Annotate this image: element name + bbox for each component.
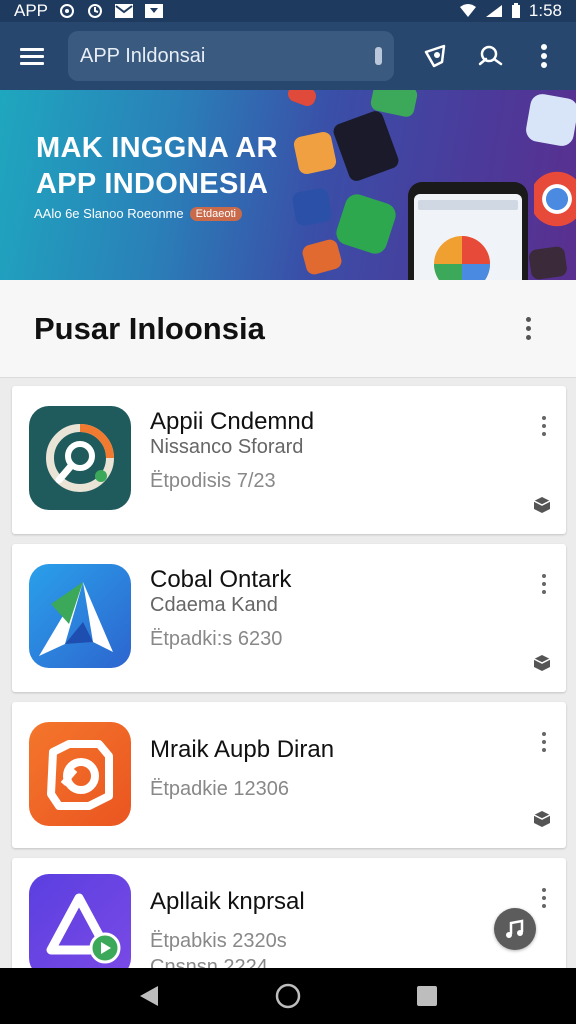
more-dot [542,432,546,436]
more-dot [525,326,531,331]
install-badge-icon[interactable] [532,808,552,828]
banner-subtitle: AAlo 6e Slanoo Roeonme Etdaeoti [34,206,242,221]
back-button[interactable] [125,972,173,1020]
app-more-button[interactable] [530,724,558,760]
search-input[interactable]: APP Inldonsai [68,31,394,81]
search-cursor [375,47,382,65]
app-bar: APP Inldonsai [0,22,576,90]
home-button[interactable] [264,972,312,1020]
app-name: Mraik Aupb Diran [150,736,335,763]
app-meta: Ëtpabkis 2320s [150,930,287,952]
more-button[interactable] [524,36,564,76]
more-icon [541,44,547,68]
more-dot [542,904,546,908]
share-button[interactable] [470,36,510,76]
promo-banner[interactable]: MAK INGGNA AR APP INDONESIA AAlo 6e Slan… [0,90,576,280]
more-dot [542,740,546,744]
more-dot [542,748,546,752]
banner-phone-illustration [408,182,528,280]
app-name: Appii Cndemnd [150,408,315,435]
recents-button[interactable] [403,972,451,1020]
more-dot [542,590,546,594]
more-dot [542,424,546,428]
app-meta: Ëtpadki:s 6230 [150,628,283,650]
share-icon [478,45,503,66]
banner-tile-chat [333,191,399,257]
app-card[interactable]: Appii Cndemnd Nissanco Sforard Ëtpodisis… [12,386,566,534]
banner-title-line1: MAK INGGNA AR [36,132,278,164]
download-icon [144,3,164,19]
section-header: Pusar Inloonsia [0,280,576,378]
more-dot [525,335,531,340]
app-meta: Ëtpodisis 7/23 [150,470,276,492]
mail-icon [114,3,134,19]
app-name: Cobal Ontark [150,566,292,593]
banner-chip: Etdaeoti [189,206,242,221]
banner-tile-compass [524,92,576,148]
app-more-button[interactable] [530,566,558,602]
banner-tile-yellow [292,130,338,176]
install-badge-icon[interactable] [532,494,552,514]
more-dot [542,896,546,900]
status-time: 1:58 [528,1,562,20]
app-meta: Ëtpadkie 12306 [150,778,290,800]
app-card[interactable]: Apllaik knprsal Ëtpabkis 2320s Cnsnsn 22… [12,858,566,978]
status-app-label: APP [14,1,49,20]
banner-title-line2: APP INDONESIA [36,168,269,200]
battery-icon [511,3,521,19]
more-dot [525,317,531,322]
banner-tile-blue [291,187,333,227]
app-more-button[interactable] [530,880,558,916]
back-icon [140,986,159,1006]
app-developer: Cdaema Kand [150,594,278,616]
app-name: Apllaik knprsal [150,888,305,915]
more-dot [542,574,546,578]
more-dot [542,416,546,420]
banner-tile-music [528,245,568,280]
section-more-button[interactable] [514,311,542,347]
app-icon-search-ring [29,406,131,510]
notification-icon [58,3,76,19]
pin-icon [424,44,446,68]
section-title: Pusar Inloonsia [34,310,265,346]
app-icon-camera [29,722,131,826]
pin-button[interactable] [416,36,456,76]
install-badge-icon[interactable] [532,652,552,672]
music-button[interactable] [494,908,536,950]
more-dot [542,888,546,892]
app-icon-triangle [29,874,131,978]
banner-tile-chrome [534,168,576,230]
banner-tile-orange [300,237,344,277]
app-card[interactable]: Mraik Aupb Diran Ëtpadkie 12306 [12,702,566,848]
music-icon [506,919,524,938]
recents-icon [416,986,437,1006]
wifi-icon [459,4,477,18]
app-developer: Nissanco Sforard [150,436,304,458]
system-nav-bar [0,968,576,1024]
signal-icon [485,4,503,18]
menu-icon [20,48,44,65]
menu-button[interactable] [12,36,52,76]
banner-subtitle-text: AAlo 6e Slanoo Roeonme [34,206,184,221]
status-bar: APP 1:58 [0,0,576,22]
banner-title: MAK INGGNA AR APP INDONESIA [36,130,278,202]
app-icon-arrow [29,564,131,668]
sync-icon [86,3,104,19]
app-more-button[interactable] [530,408,558,444]
banner-tile-dark [331,108,401,184]
banner-tile-red [285,90,319,109]
more-dot [542,732,546,736]
more-dot [542,582,546,586]
home-icon [275,983,301,1009]
search-text: APP Inldonsai [80,44,206,67]
app-card[interactable]: Cobal Ontark Cdaema Kand Ëtpadki:s 6230 [12,544,566,692]
